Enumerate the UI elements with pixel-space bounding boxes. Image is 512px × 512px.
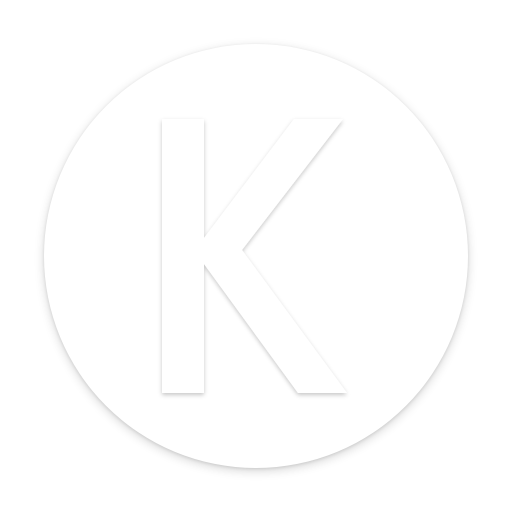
k-letter-shape [162, 119, 347, 393]
k-logo-icon [162, 119, 347, 393]
app-icon-canvas [0, 0, 512, 512]
